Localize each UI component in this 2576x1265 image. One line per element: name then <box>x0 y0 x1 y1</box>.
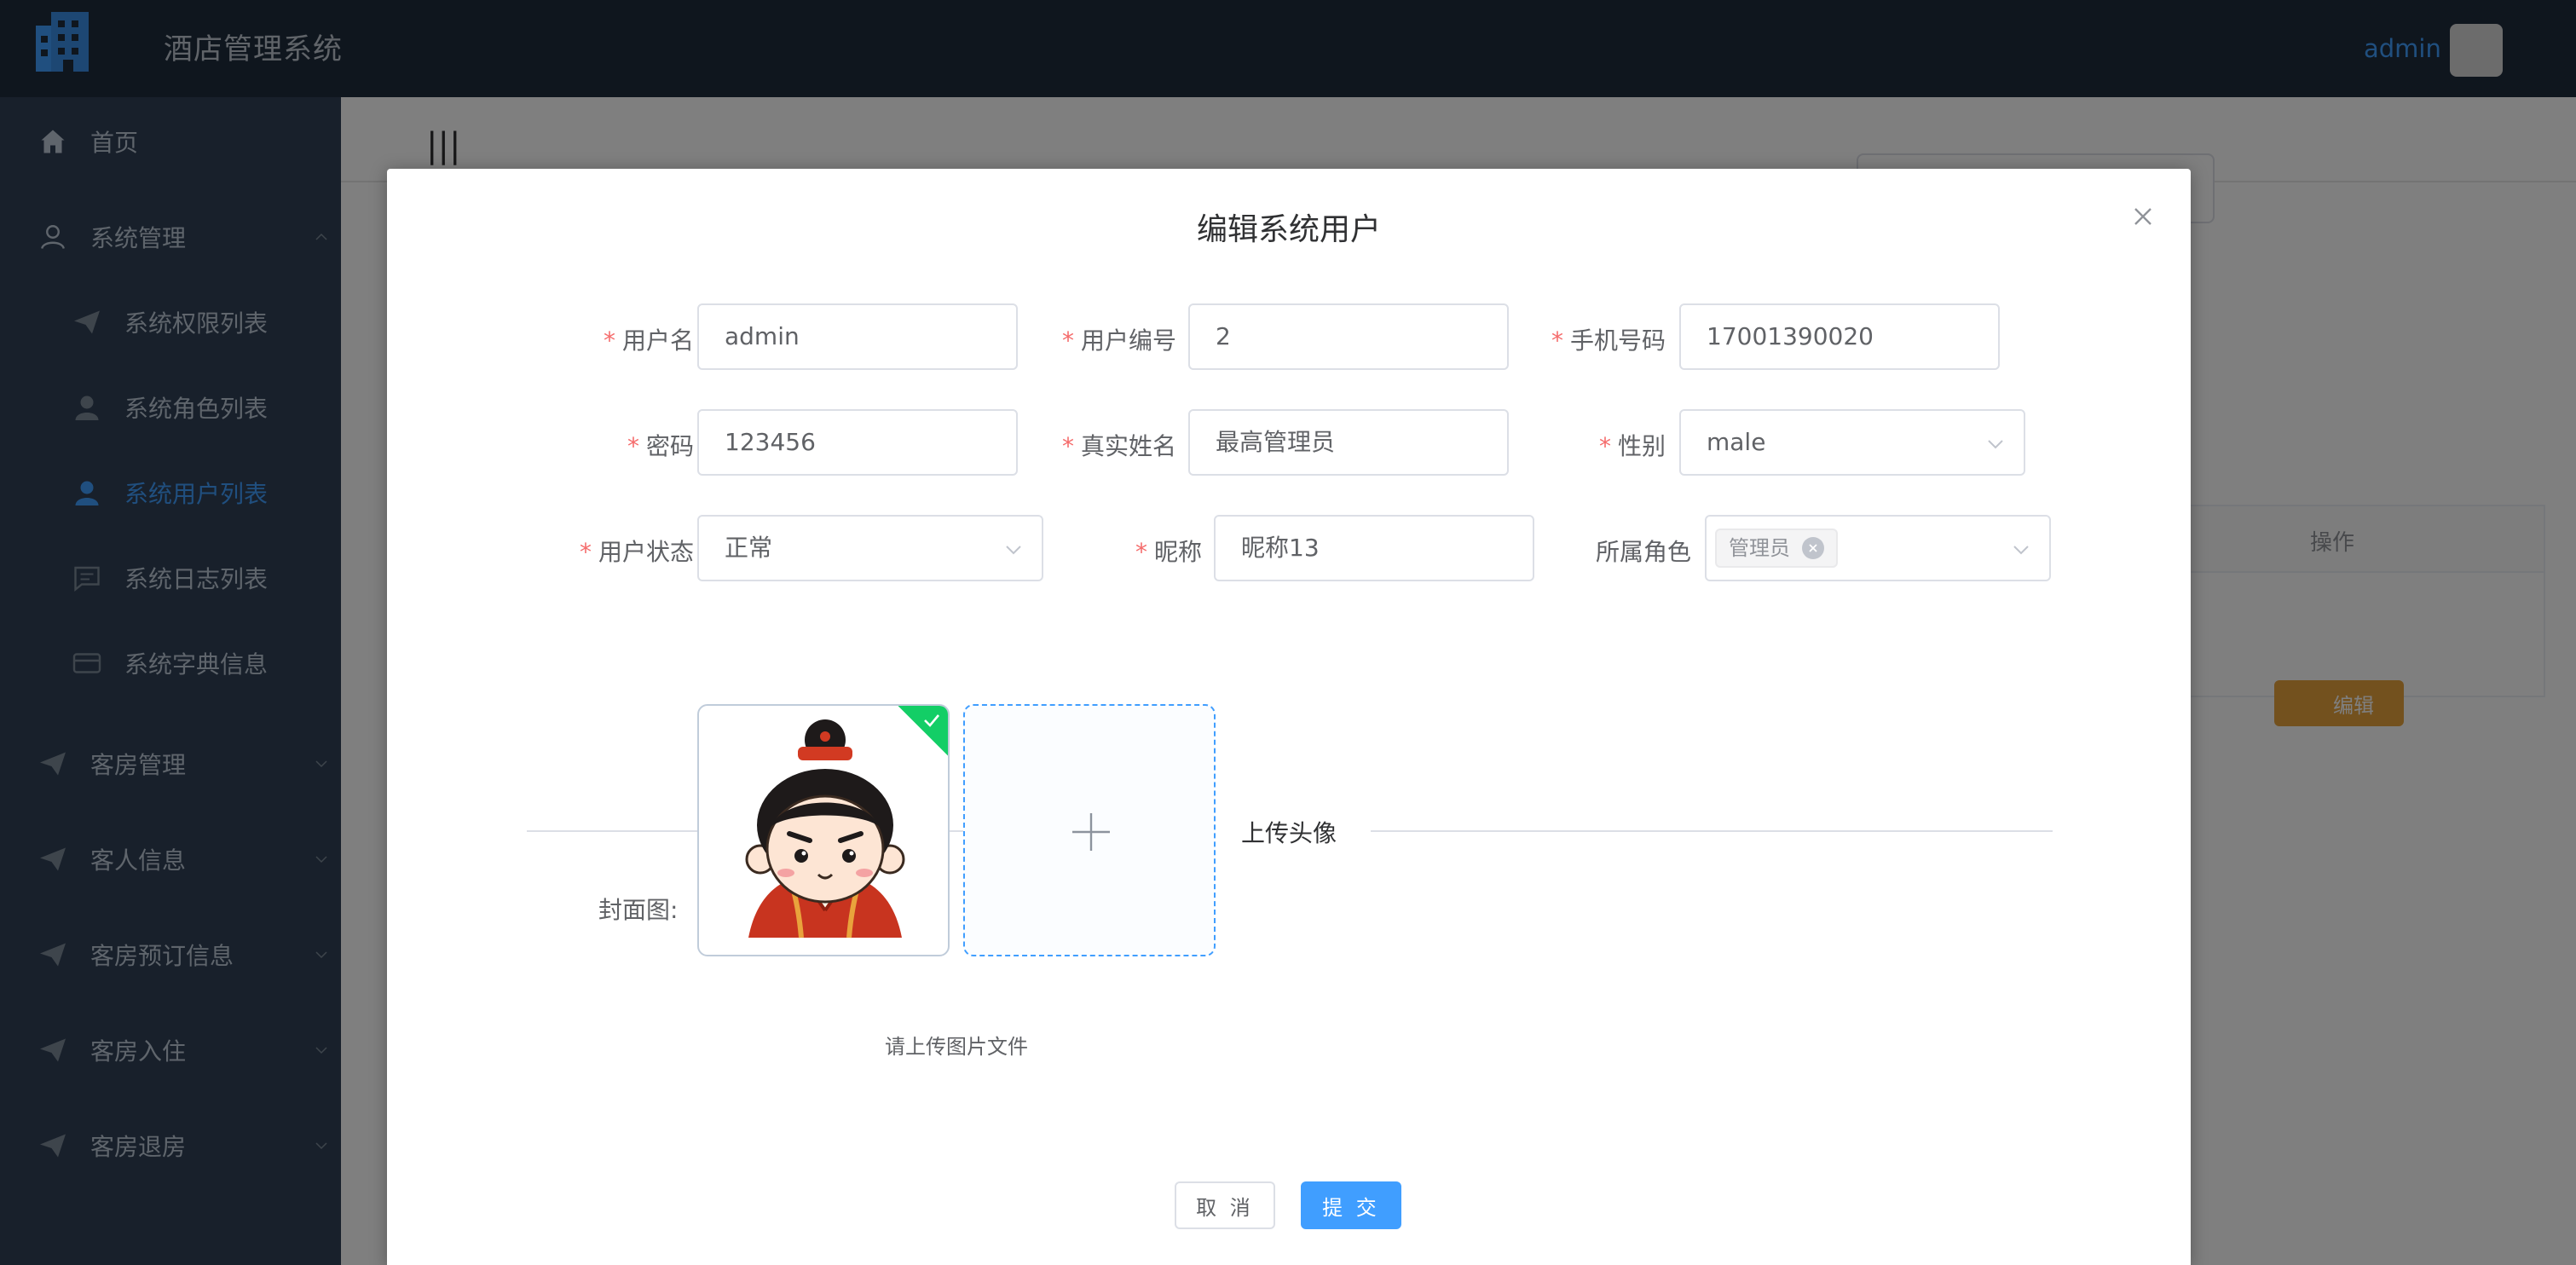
status-select[interactable]: 正常 <box>697 515 1043 581</box>
submit-button[interactable]: 提 交 <box>1301 1181 1401 1229</box>
password-label: * 密码 <box>627 432 694 460</box>
edit-user-dialog: 编辑系统用户 * 用户名 admin * 用户编号 2 * 手机号码 17001390… <box>387 169 2191 1265</box>
cancel-button[interactable]: 取 消 <box>1175 1181 1275 1229</box>
user-no-label: * 用户编号 <box>1061 326 1176 355</box>
chevron-down-icon <box>1006 546 1021 555</box>
dialog-title: 编辑系统用户 <box>1196 212 1381 247</box>
chevron-down-icon <box>1988 440 2003 449</box>
close-icon[interactable] <box>2131 205 2155 228</box>
gender-label: * 性别 <box>1598 432 1666 460</box>
username-field[interactable]: admin <box>697 303 1018 370</box>
username-label: * 用户名 <box>603 326 694 355</box>
real-name-label: * 真实姓名 <box>1061 432 1176 460</box>
uploaded-avatar-image[interactable] <box>697 704 950 956</box>
avatar-portrait <box>745 719 905 939</box>
role-tag: 管理员 <box>1715 529 1838 568</box>
role-multiselect[interactable]: 管理员 <box>1705 515 2051 581</box>
gender-select[interactable]: male <box>1679 409 2025 476</box>
cover-label: 封面图: <box>598 896 679 924</box>
nickname-field[interactable]: 昵称13 <box>1214 515 1534 581</box>
gender-value: male <box>1707 428 1766 456</box>
status-value: 正常 <box>725 534 773 562</box>
user-no-field[interactable]: 2 <box>1188 303 1509 370</box>
check-icon <box>924 714 939 727</box>
password-field[interactable]: 123456 <box>697 409 1018 476</box>
tag-close-icon[interactable] <box>1802 537 1824 559</box>
upload-tip: 请上传图片文件 <box>885 1035 1028 1059</box>
chevron-down-icon <box>2013 546 2029 555</box>
real-name-field[interactable]: 最高管理员 <box>1188 409 1509 476</box>
upload-avatar-divider: 上传头像 <box>1240 819 1337 847</box>
nickname-label: * 昵称 <box>1135 538 1202 566</box>
plus-icon <box>1072 813 1110 851</box>
upload-button[interactable] <box>963 704 1216 956</box>
phone-label: * 手机号码 <box>1551 326 1666 355</box>
role-label: 所属角色 <box>1595 538 1691 566</box>
status-label: * 用户状态 <box>579 538 694 566</box>
phone-field[interactable]: 17001390020 <box>1679 303 2000 370</box>
role-tag-label: 管理员 <box>1729 536 1790 560</box>
